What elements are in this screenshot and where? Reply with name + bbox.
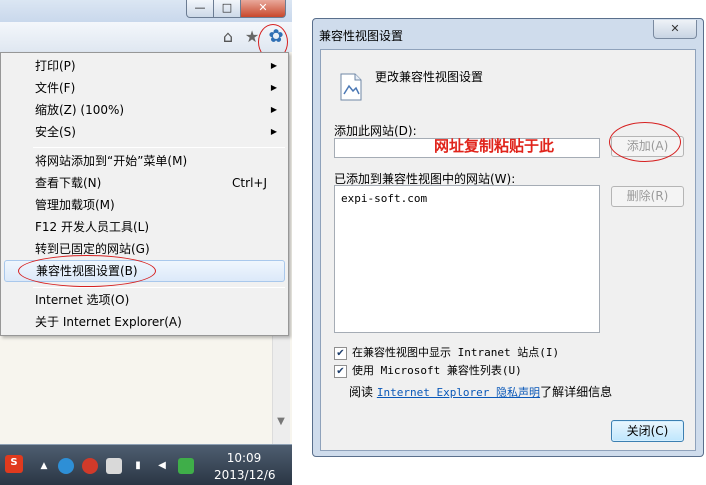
submenu-arrow-icon: ▶	[270, 83, 277, 92]
submenu-arrow-icon: ▶	[270, 127, 277, 136]
menu-item-label: 打印(P)	[35, 59, 76, 73]
device-icon[interactable]	[106, 458, 122, 474]
compat-view-dialog: 兼容性视图设置 ✕ 更改兼容性视图设置 添加此网站(D): 网址复制粘贴于此 添…	[312, 18, 704, 457]
intranet-checkbox-label: 在兼容性视图中显示 Intranet 站点(I)	[352, 346, 560, 359]
menu-item-manage-addons[interactable]: 管理加载项(M)	[4, 194, 285, 216]
menu-separator	[33, 147, 285, 148]
signal-icon[interactable]: ▮	[130, 458, 146, 474]
chevron-down-icon[interactable]: ▼	[272, 414, 290, 430]
menu-item-about-ie[interactable]: 关于 Internet Explorer(A)	[4, 311, 285, 333]
list-item[interactable]: expi-soft.com	[341, 192, 427, 205]
menu-separator	[33, 287, 285, 288]
ie-command-bar: ⌂ ★ ✿	[0, 22, 292, 52]
menu-item-zoom[interactable]: 缩放(Z) (100%) ▶	[4, 99, 285, 121]
mslist-checkbox[interactable]: ✔	[334, 365, 347, 378]
chevron-up-icon[interactable]: ▲	[36, 458, 52, 474]
clock-time[interactable]: 10:09	[214, 451, 274, 465]
app-tray-icon[interactable]	[178, 458, 194, 474]
minimize-button[interactable]: —	[186, 0, 214, 18]
close-window-button[interactable]: ✕	[240, 0, 286, 18]
document-icon	[340, 73, 362, 101]
qq-icon[interactable]	[82, 458, 98, 474]
menu-item-label: 将网站添加到“开始”菜单(M)	[35, 154, 188, 168]
annotation-circle-compat	[18, 255, 156, 287]
menu-item-label: F12 开发人员工具(L)	[35, 220, 150, 234]
ie-titlebar: — □ ✕	[0, 0, 292, 22]
menu-item-label: 关于 Internet Explorer(A)	[35, 315, 182, 329]
menu-item-safety[interactable]: 安全(S) ▶	[4, 121, 285, 143]
privacy-info-row: 阅读 Internet Explorer 隐私声明了解详细信息	[349, 383, 612, 400]
menu-item-label: Internet 选项(O)	[35, 293, 130, 307]
dialog-title: 兼容性视图设置	[319, 29, 404, 43]
menu-item-label: 文件(F)	[35, 81, 76, 95]
menu-item-label: 安全(S)	[35, 125, 76, 139]
read-prefix: 阅读	[349, 385, 374, 399]
home-icon[interactable]: ⌂	[218, 27, 238, 47]
remove-button[interactable]: 删除(R)	[611, 186, 684, 207]
menu-item-pinned-sites[interactable]: 转到已固定的网站(G)	[4, 238, 285, 260]
network-globe-icon[interactable]	[58, 458, 74, 474]
menu-item-file[interactable]: 文件(F) ▶	[4, 77, 285, 99]
dialog-close-icon[interactable]: ✕	[653, 20, 697, 39]
ie-window: — □ ✕ ⌂ ★ ✿ ▼ 打印(P) ▶ 文件(F) ▶ 缩放(Z) (100…	[0, 0, 292, 485]
menu-item-f12-tools[interactable]: F12 开发人员工具(L)	[4, 216, 285, 238]
taskbar: S ▲ ▮ ◀ 10:09 2013/12/6	[0, 444, 292, 485]
menu-item-label: 查看下载(N)	[35, 176, 102, 190]
dialog-titlebar: 兼容性视图设置 ✕	[313, 19, 703, 49]
privacy-statement-link[interactable]: Internet Explorer 隐私声明	[377, 386, 540, 399]
menu-item-add-to-start[interactable]: 将网站添加到“开始”菜单(M)	[4, 150, 285, 172]
dialog-body: 更改兼容性视图设置 添加此网站(D): 网址复制粘贴于此 添加(A) 已添加到兼…	[320, 49, 696, 451]
maximize-button[interactable]: □	[213, 0, 241, 18]
paste-hint-annotation: 网址复制粘贴于此	[434, 137, 555, 155]
menu-item-view-downloads[interactable]: 查看下载(N) Ctrl+J	[4, 172, 285, 194]
intranet-checkbox[interactable]: ✔	[334, 347, 347, 360]
tools-menu: 打印(P) ▶ 文件(F) ▶ 缩放(Z) (100%) ▶ 安全(S) ▶ 将…	[0, 52, 289, 336]
menu-item-label: 转到已固定的网站(G)	[35, 242, 150, 256]
menu-item-label: 管理加载项(M)	[35, 198, 115, 212]
dialog-heading: 更改兼容性视图设置	[375, 70, 484, 84]
add-site-label: 添加此网站(D):	[334, 124, 417, 138]
site-list[interactable]: expi-soft.com	[334, 185, 600, 333]
submenu-arrow-icon: ▶	[270, 61, 277, 70]
menu-item-internet-options[interactable]: Internet 选项(O)	[4, 289, 285, 311]
read-suffix: 了解详细信息	[540, 385, 613, 399]
annotation-circle-add	[609, 122, 681, 162]
menu-item-print[interactable]: 打印(P) ▶	[4, 55, 285, 77]
menu-item-label: 缩放(Z) (100%)	[35, 103, 125, 117]
mslist-checkbox-label: 使用 Microsoft 兼容性列表(U)	[352, 364, 522, 377]
volume-icon[interactable]: ◀	[154, 458, 170, 474]
clock-date[interactable]: 2013/12/6	[214, 468, 276, 482]
submenu-arrow-icon: ▶	[270, 105, 277, 114]
close-button[interactable]: 关闭(C)	[611, 420, 684, 442]
menu-item-shortcut: Ctrl+J	[232, 176, 267, 190]
sogou-icon[interactable]: S	[5, 455, 23, 473]
